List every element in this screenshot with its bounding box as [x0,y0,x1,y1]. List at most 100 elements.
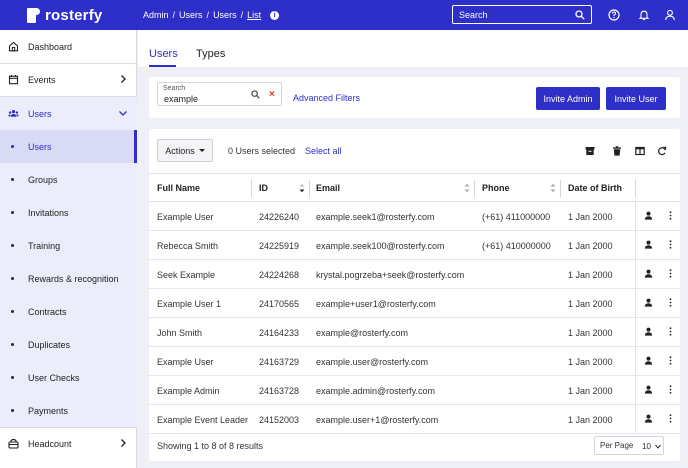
cell-date-of-birth: 1 Jan 2000 [568,386,613,396]
more-options-icon[interactable] [669,211,672,220]
per-page-select[interactable]: Per Page 10 [594,436,664,455]
more-options-icon[interactable] [669,240,672,249]
more-options-icon[interactable] [669,269,672,278]
column-header-id[interactable]: ID [259,183,268,193]
breadcrumb-admin[interactable]: Admin [143,10,169,20]
sidebar-item-dashboard[interactable]: Dashboard [0,30,137,63]
info-icon[interactable]: i [270,10,280,20]
sort-desc-icon[interactable] [299,183,305,193]
row-actions [635,405,680,433]
sidebar-item-label: Headcount [28,438,72,449]
chevron-down-icon[interactable] [118,108,128,118]
tab-types[interactable]: Types [196,48,225,60]
help-icon[interactable] [607,8,620,21]
view-profile-icon[interactable] [644,356,653,365]
cell-date-of-birth: 1 Jan 2000 [568,241,613,251]
sidebar-subitem-training[interactable]: Training [0,229,137,262]
search-icon[interactable] [575,9,585,20]
view-profile-icon[interactable] [644,269,653,278]
sort-icon[interactable] [550,183,556,193]
actions-dropdown[interactable]: Actions [157,139,213,162]
chevron-right-icon[interactable] [118,438,128,448]
breadcrumb-list[interactable]: List [247,10,261,20]
invite-user-button[interactable]: Invite User [606,87,666,110]
breadcrumb-users[interactable]: Users [179,10,203,20]
view-profile-icon[interactable] [644,414,653,423]
sidebar-item-label: Users [28,108,52,119]
sidebar-subitem-user-checks[interactable]: User Checks [0,361,137,394]
column-header-phone[interactable]: Phone [482,183,510,193]
cell-email: example.user+1@rosterfy.com [316,415,439,425]
table-row[interactable]: John Smith 24164233 example@rosterfy.com… [149,318,680,347]
table-row[interactable]: Example User 1 24170565 example+user1@ro… [149,289,680,318]
logo-text: rosterfy [45,6,103,24]
rosterfy-logo[interactable]: rosterfy [27,7,139,24]
advanced-filters-link[interactable]: Advanced Filters [293,93,360,103]
sidebar-subitem-users[interactable]: Users [0,130,137,163]
invite-admin-button[interactable]: Invite Admin [536,87,600,110]
view-profile-icon[interactable] [644,327,653,336]
cell-id: 24163728 [259,386,300,396]
sidebar-subitem-groups[interactable]: Groups [0,163,137,196]
sidebar-item-events[interactable]: Events [0,63,137,96]
column-header-email[interactable]: Email [316,183,340,193]
cell-email: example@rosterfy.com [316,328,408,338]
breadcrumb-separator: / [206,10,210,20]
chevron-right-icon[interactable] [118,74,128,84]
cell-full-name: John Smith [157,328,203,338]
breadcrumb-users-2[interactable]: Users [213,10,237,20]
view-profile-icon[interactable] [644,385,653,394]
users-table-card: Actions 0 Users selected Select all Full… [149,129,680,461]
more-options-icon[interactable] [669,414,672,423]
view-profile-icon[interactable] [644,298,653,307]
tab-users[interactable]: Users [149,48,178,60]
cell-date-of-birth: 1 Jan 2000 [568,328,613,338]
sidebar-subitem-payments[interactable]: Payments [0,394,137,427]
view-profile-icon[interactable] [644,211,653,220]
global-search[interactable] [452,5,592,24]
bullet-icon [11,310,14,313]
pagination-summary: Showing 1 to 8 of 8 results [157,441,264,451]
select-all-link[interactable]: Select all [305,146,342,156]
table-row[interactable]: Example User 24226240 example.seek1@rost… [149,202,680,231]
sidebar-subitem-invitations[interactable]: Invitations [0,196,137,229]
more-options-icon[interactable] [669,327,672,336]
trash-icon[interactable] [611,145,622,156]
cell-id: 24224268 [259,270,300,280]
columns-icon[interactable] [634,145,645,156]
table-row[interactable]: Seek Example 24224268 krystal.pogrzeba+s… [149,260,680,289]
sidebar-subitem-duplicates[interactable]: Duplicates [0,328,137,361]
table-row[interactable]: Rebecca Smith 24225919 example.seek100@r… [149,231,680,260]
breadcrumb-separator: / [172,10,176,20]
sidebar-subitem-contracts[interactable]: Contracts [0,295,137,328]
archive-icon[interactable] [584,145,595,156]
column-header-full-name[interactable]: Full Name [157,183,200,193]
main-content: Users Types Search example × Advanced Fi… [138,30,688,468]
clear-search-icon[interactable]: × [269,89,275,100]
sort-icon[interactable] [464,183,470,193]
table-row[interactable]: Example Event Leader 24152003 example.us… [149,405,680,434]
more-options-icon[interactable] [669,356,672,365]
search-input[interactable]: example [164,94,198,104]
sidebar-subitem-label: Training [28,240,61,251]
search-icon[interactable] [251,90,260,99]
actions-label: Actions [165,145,195,156]
more-options-icon[interactable] [669,385,672,394]
user-icon[interactable] [663,8,676,21]
view-profile-icon[interactable] [644,240,653,249]
row-actions [635,376,680,404]
sidebar-item-headcount[interactable]: Headcount [0,427,137,460]
table-row[interactable]: Example User 24163729 example.user@roste… [149,347,680,376]
user-search-field[interactable]: Search example × [157,82,282,106]
sidebar-item-users[interactable]: Users [0,97,137,130]
global-search-input[interactable] [459,9,569,20]
more-options-icon[interactable] [669,298,672,307]
column-header-date-of-birth[interactable]: Date of Birth [568,183,622,193]
sidebar-subitem-rewards[interactable]: Rewards & recognition [0,262,137,295]
table-row[interactable]: Example Admin 24163728 example.admin@ros… [149,376,680,405]
sidebar-subitem-label: Payments [28,405,69,416]
bell-icon[interactable] [637,8,650,21]
search-label: Search [163,85,186,92]
refresh-icon[interactable] [656,145,667,156]
bullet-icon [11,409,14,412]
